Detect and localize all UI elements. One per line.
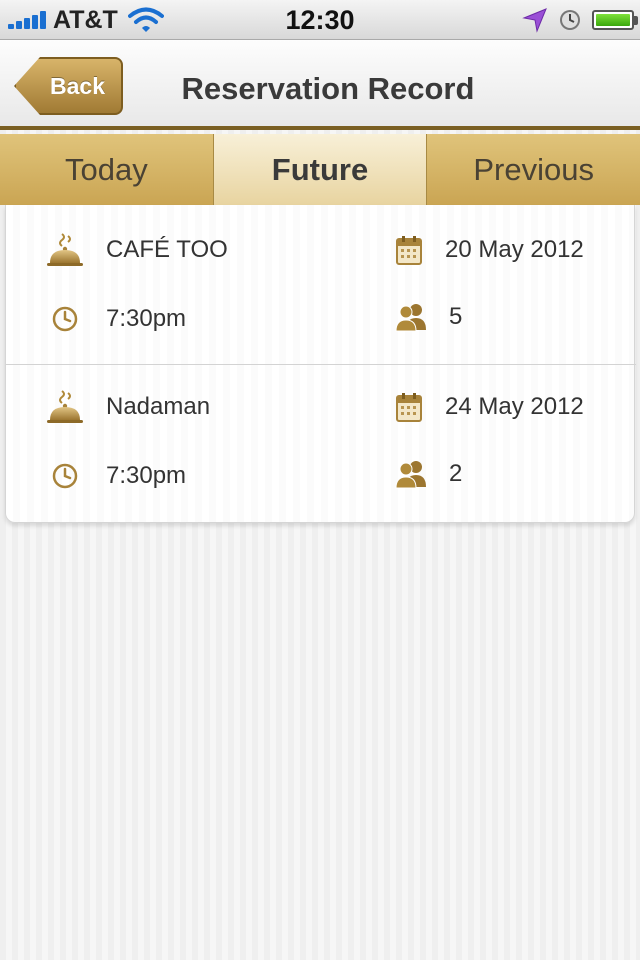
reservation-filter-tabs: Today Future Previous (0, 134, 640, 205)
restaurant-field: Nadaman (46, 389, 210, 425)
time-field: 7:30pm (52, 462, 186, 490)
time-field: 7:30pm (52, 305, 186, 333)
reservation-time: 7:30pm (106, 462, 187, 489)
cloche-icon (47, 390, 83, 423)
restaurant-name: CAFÉ TOO (106, 236, 228, 263)
calendar-icon (396, 236, 422, 265)
reservation-list: CAFÉ TOO 20 May 2012 7:30pm 5 Nadaman 24… (5, 205, 636, 523)
reservation-date: 24 May 2012 (445, 393, 584, 420)
status-bar: AT&T 12:30 (0, 0, 640, 40)
guest-count: 2 (449, 460, 463, 487)
restaurant-name: Nadaman (106, 393, 211, 420)
reservation-date: 20 May 2012 (445, 236, 584, 263)
reservation-item[interactable]: CAFÉ TOO 20 May 2012 7:30pm 5 (6, 205, 636, 365)
page-title: Reservation Record (181, 71, 475, 106)
calendar-icon (396, 393, 422, 422)
people-icon (395, 304, 426, 332)
reservation-time: 7:30pm (106, 305, 187, 332)
cloche-icon (47, 233, 83, 266)
date-field: 20 May 2012 (396, 235, 584, 265)
navigation-bar: Back Reservation Record (0, 40, 640, 130)
restaurant-field: CAFÉ TOO (46, 232, 228, 268)
tab-future[interactable]: Future (213, 134, 428, 205)
location-arrow-icon (522, 8, 547, 33)
tab-previous[interactable]: Previous (427, 134, 640, 205)
guests-field: 2 (395, 459, 462, 489)
date-field: 24 May 2012 (396, 392, 584, 422)
guests-field: 5 (395, 302, 462, 332)
reservation-item[interactable]: Nadaman 24 May 2012 7:30pm 2 (6, 362, 636, 522)
people-icon (395, 461, 426, 489)
alarm-clock-icon (560, 10, 580, 30)
battery-icon (592, 10, 638, 30)
clock-icon (52, 463, 78, 489)
clock-icon (52, 306, 78, 332)
guest-count: 5 (449, 303, 463, 330)
tab-today[interactable]: Today (0, 134, 214, 205)
